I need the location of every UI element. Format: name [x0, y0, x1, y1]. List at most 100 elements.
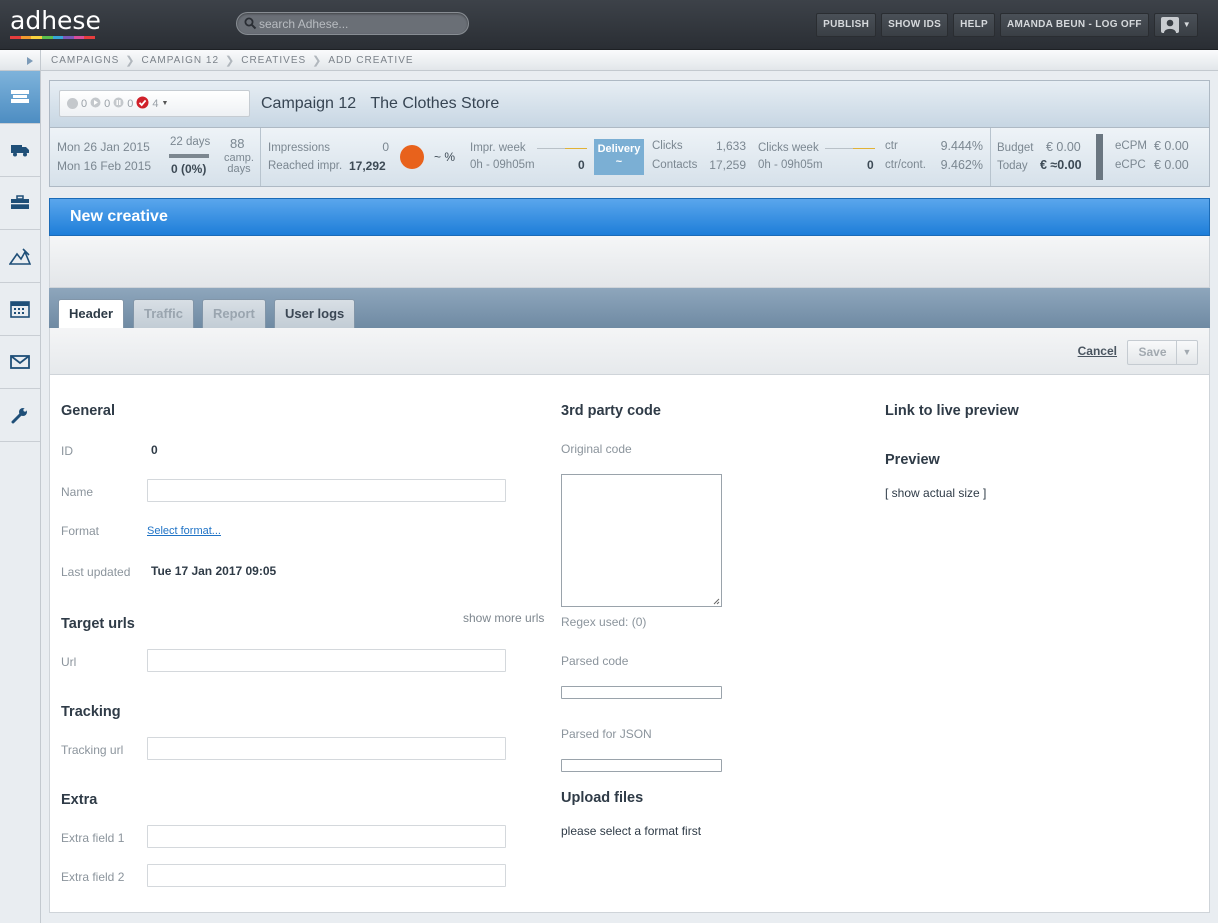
- creative-form: General ID 0 Name Format Select format..…: [49, 375, 1210, 913]
- breadcrumb-separator-icon: ❯: [125, 55, 136, 67]
- logo-color-segment: [10, 36, 21, 39]
- budget-indicator: [1096, 134, 1103, 180]
- sidebar-toggle[interactable]: [0, 50, 41, 71]
- logo-text: adhese: [10, 6, 101, 35]
- panel-title: New creative: [49, 198, 1210, 236]
- parsed-json-label: Parsed for JSON: [561, 727, 652, 741]
- reached-label: Reached impr.: [268, 160, 343, 172]
- stopped-count: 0: [81, 97, 88, 110]
- sidebar-item-calendar[interactable]: [0, 283, 40, 336]
- logo-color-segment: [73, 36, 85, 39]
- logo-color-segment: [31, 36, 42, 39]
- clicks-week-time: 0h - 09h05m: [758, 159, 823, 171]
- sidebar-item-messages[interactable]: [0, 336, 40, 389]
- sidebar-item-inventory[interactable]: [0, 177, 40, 230]
- logo[interactable]: adhese: [10, 8, 101, 39]
- name-label: Name: [61, 485, 94, 499]
- breadcrumb-item-creatives[interactable]: CREATIVES: [241, 55, 306, 66]
- campaign-name: Campaign 12: [261, 95, 357, 112]
- extra-field-2-input[interactable]: [147, 864, 506, 887]
- envelope-icon: [10, 355, 30, 369]
- publish-button[interactable]: PUBLISH: [816, 13, 877, 37]
- format-label: Format: [61, 524, 100, 538]
- impr-week-value: 0: [578, 158, 585, 172]
- contacts-label: Contacts: [652, 159, 698, 171]
- logout-button[interactable]: AMANDA BEUN - LOG OFF: [999, 13, 1149, 37]
- live-preview-heading[interactable]: Link to live preview: [885, 403, 1019, 419]
- chevron-down-icon[interactable]: ▼: [1176, 341, 1197, 364]
- show-more-urls-link[interactable]: show more urls: [463, 611, 544, 625]
- extra-field-2-label: Extra field 2: [61, 870, 125, 884]
- sidebar-item-campaigns[interactable]: [0, 71, 40, 124]
- resize-handle-icon: [713, 598, 720, 605]
- ctr-cont-label: ctr/cont.: [885, 159, 926, 171]
- tab-header[interactable]: Header: [58, 299, 125, 329]
- help-button[interactable]: HELP: [953, 13, 995, 37]
- panel-toolbar: [49, 236, 1210, 288]
- url-input[interactable]: [147, 649, 506, 672]
- logo-color-segment: [41, 36, 53, 39]
- breadcrumb-item-campaigns[interactable]: CAMPAIGNS: [51, 55, 119, 66]
- search-input[interactable]: [259, 15, 459, 32]
- cancel-button[interactable]: Cancel: [1078, 344, 1117, 358]
- name-input[interactable]: [147, 479, 506, 502]
- clicks-week-value: 0: [867, 158, 874, 172]
- show-actual-size-link[interactable]: [ show actual size ]: [885, 486, 986, 500]
- breadcrumb-item-add-creative: ADD CREATIVE: [328, 55, 414, 66]
- wrench-icon: [11, 408, 27, 424]
- logo-color-bar: [10, 36, 95, 39]
- impr-week-time: 0h - 09h05m: [470, 159, 535, 171]
- tracking-url-input[interactable]: [147, 737, 506, 760]
- show-ids-button[interactable]: SHOW IDS: [881, 13, 949, 37]
- tab-traffic[interactable]: Traffic: [133, 299, 195, 328]
- percentage-label: ~ %: [434, 150, 456, 164]
- ecpc-label: eCPC: [1115, 159, 1146, 171]
- third-party-heading: 3rd party code: [561, 403, 661, 419]
- campaign-title-bar: 0 0 0 4 ▼ Campaign 12 The Clothes Store: [50, 81, 1209, 128]
- chevron-down-icon: ▼: [1182, 20, 1191, 29]
- logo-color-segment: [84, 36, 95, 39]
- reached-value: 17,292: [349, 159, 386, 173]
- sidebar-item-delivery[interactable]: [0, 124, 40, 177]
- extra-field-1-label: Extra field 1: [61, 831, 125, 845]
- sidebar-item-targeting[interactable]: [0, 230, 40, 283]
- original-code-textarea[interactable]: [561, 474, 722, 607]
- today-label: Today: [997, 160, 1028, 172]
- select-format-link[interactable]: Select format...: [147, 525, 221, 537]
- delivery-value: ~: [615, 156, 623, 168]
- parsed-json-field[interactable]: [561, 759, 722, 772]
- search-icon: [244, 17, 257, 33]
- sidebar-item-settings[interactable]: [0, 389, 40, 442]
- approved-count: 4: [152, 97, 159, 110]
- stopped-icon: [67, 98, 78, 109]
- ecpc-value: € 0.00: [1154, 158, 1189, 172]
- days-progress-bar: [169, 154, 209, 158]
- impr-week-sparkline: [537, 148, 587, 149]
- tabs-bar: Header Traffic Report User logs: [49, 288, 1210, 329]
- paused-count: 0: [127, 97, 134, 110]
- pause-icon: [113, 97, 124, 111]
- user-menu-button[interactable]: ▼: [1153, 13, 1198, 37]
- extra-field-1-input[interactable]: [147, 825, 506, 848]
- breadcrumb-item-campaign[interactable]: CAMPAIGN 12: [142, 55, 220, 66]
- parsed-code-label: Parsed code: [561, 654, 629, 668]
- upload-files-heading: Upload files: [561, 790, 644, 806]
- divider: [260, 128, 261, 186]
- save-button[interactable]: Save ▼: [1127, 340, 1198, 365]
- last-updated-value: Tue 17 Jan 2017 09:05: [151, 564, 277, 578]
- parsed-code-field[interactable]: [561, 686, 722, 699]
- sidebar: [0, 71, 41, 923]
- camp-days-value: 88: [230, 136, 245, 151]
- status-filter[interactable]: 0 0 0 4 ▼: [59, 90, 250, 117]
- tab-report[interactable]: Report: [202, 299, 266, 328]
- search-box[interactable]: [236, 12, 469, 35]
- tab-user-logs[interactable]: User logs: [274, 299, 356, 328]
- logo-color-segment: [20, 36, 32, 39]
- clicks-week-sparkline: [825, 148, 875, 149]
- tracking-heading: Tracking: [61, 704, 121, 720]
- impr-week-label: Impr. week: [470, 142, 526, 154]
- breadcrumb-bar: CAMPAIGNS ❯ CAMPAIGN 12 ❯ CREATIVES ❯ AD…: [0, 50, 1218, 71]
- preview-heading: Preview: [885, 452, 940, 468]
- tracking-url-label: Tracking url: [61, 743, 124, 757]
- ctr-cont-value: 9.462%: [940, 158, 983, 172]
